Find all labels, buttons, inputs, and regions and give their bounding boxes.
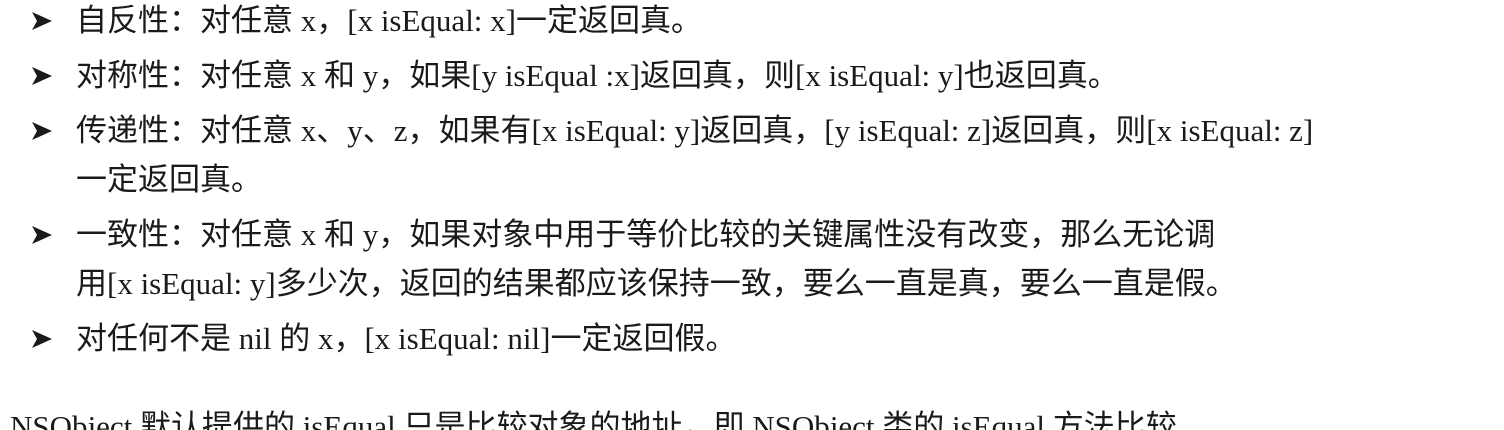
bullet-text-line-1: 传递性：对任意 x、y、z，如果有[x isEqual: y]返回真，[y is…: [76, 113, 1314, 148]
bullet-text-line-2: 一定返回真。: [76, 162, 262, 197]
trailing-paragraph: NSObject 默认提供的 isEqual 只是比较对象的地址，即 NSObj…: [10, 409, 1177, 430]
document-page: 自反性：对任意 x，[x isEqual: x]一定返回真。 对称性：对任意 x…: [0, 0, 1504, 430]
arrow-bullet-icon: [32, 67, 52, 85]
bullet-item-symmetric: 对称性：对任意 x 和 y，如果[y isEqual :x]返回真，则[x is…: [0, 51, 1504, 100]
bullet-text: 自反性：对任意 x，[x isEqual: x]一定返回真。: [76, 3, 702, 38]
arrow-bullet-icon: [32, 226, 52, 244]
arrow-bullet-icon: [32, 122, 52, 140]
arrow-bullet-icon: [32, 330, 52, 348]
bullet-text-line-2: 用[x isEqual: y]多少次，返回的结果都应该保持一致，要么一直是真，要…: [76, 266, 1237, 301]
bullet-item-transitive: 传递性：对任意 x、y、z，如果有[x isEqual: y]返回真，[y is…: [0, 106, 1504, 204]
bullet-text: 对称性：对任意 x 和 y，如果[y isEqual :x]返回真，则[x is…: [76, 58, 1119, 93]
bullet-text-line-1: 一致性：对任意 x 和 y，如果对象中用于等价比较的关键属性没有改变，那么无论调: [76, 217, 1216, 252]
bullet-item-consistent: 一致性：对任意 x 和 y，如果对象中用于等价比较的关键属性没有改变，那么无论调…: [0, 210, 1504, 308]
bullet-item-nil: 对任何不是 nil 的 x，[x isEqual: nil]一定返回假。: [0, 314, 1504, 363]
bullet-list: 自反性：对任意 x，[x isEqual: x]一定返回真。 对称性：对任意 x…: [0, 0, 1504, 369]
arrow-bullet-icon: [32, 12, 52, 30]
bullet-text: 对任何不是 nil 的 x，[x isEqual: nil]一定返回假。: [76, 321, 737, 356]
bullet-item-reflexive: 自反性：对任意 x，[x isEqual: x]一定返回真。: [0, 0, 1504, 45]
